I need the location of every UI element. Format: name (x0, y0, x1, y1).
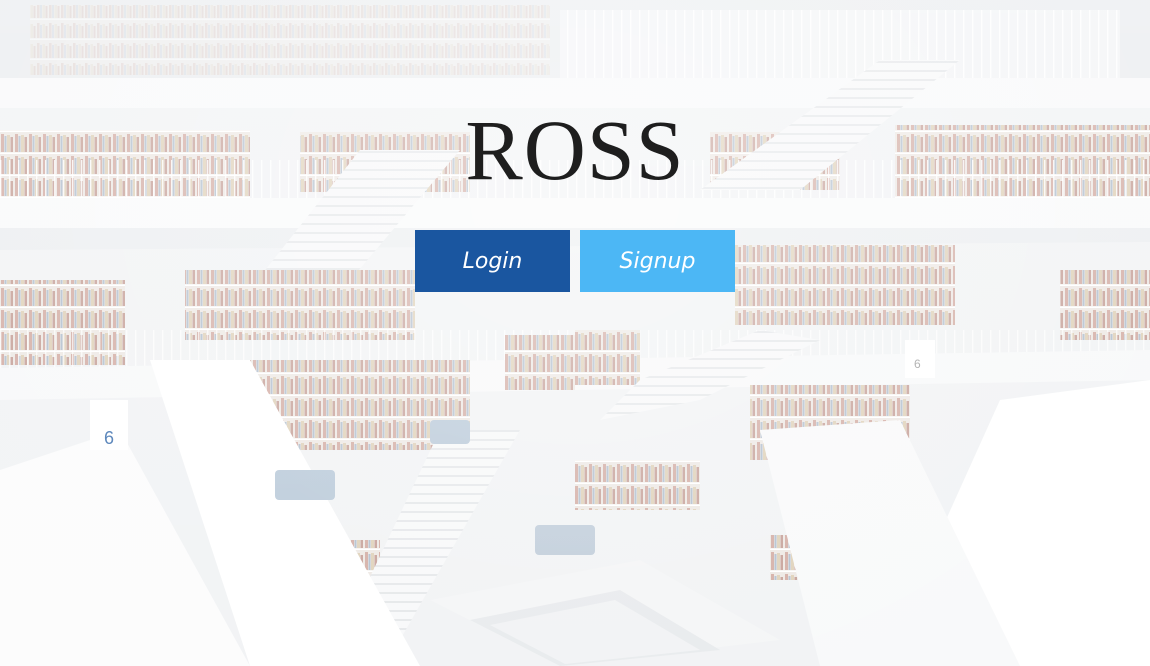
login-button-label: Login (462, 248, 523, 274)
signup-button[interactable]: Signup (580, 230, 735, 292)
app-title: ROSS (465, 102, 685, 198)
landing-page: 6 6 ROSS Login Signup (0, 0, 1150, 666)
login-button[interactable]: Login (415, 230, 570, 292)
signup-button-label: Signup (619, 248, 696, 274)
